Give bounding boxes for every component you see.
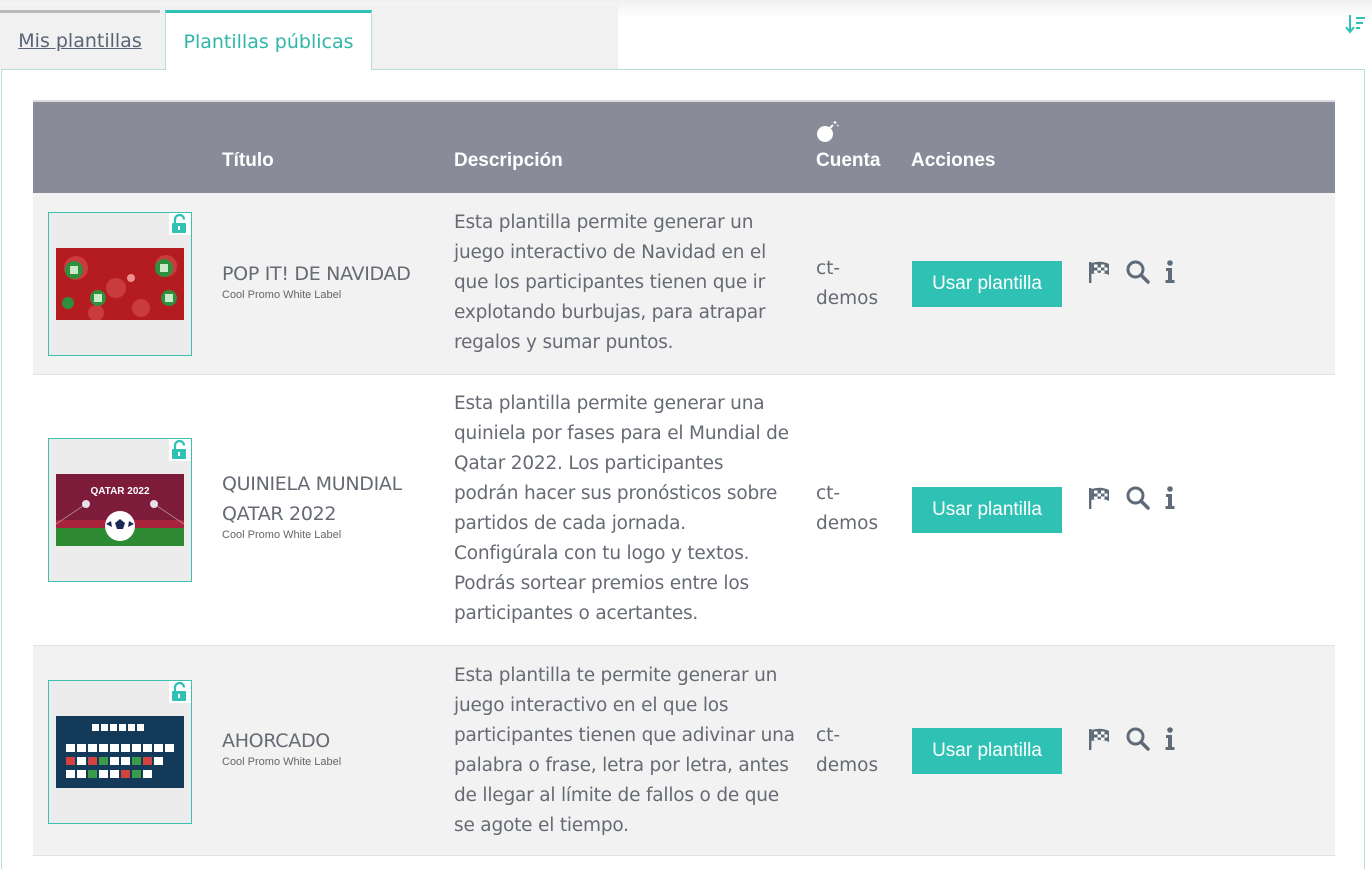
description-line: Esta plantilla permite generar un [454,212,754,233]
thumb-caption: QATAR 2022 [90,486,150,497]
account-line: demos [816,513,879,534]
table-row: POP IT! DE NAVIDAD Cool Promo White Labe… [33,193,1335,375]
template-description: Esta plantilla permite generar una quini… [454,389,799,629]
template-title-block: POP IT! DE NAVIDAD Cool Promo White Labe… [222,259,432,301]
account-line: ct- [816,258,841,279]
checkered-flag-icon[interactable] [1087,726,1113,752]
header-title: Título [222,150,274,171]
description-line: participantes o acertantes. [454,603,699,624]
template-subtitle: Cool Promo White Label [222,756,342,768]
popit-thumbnail-image [56,248,184,320]
account-line: demos [816,288,879,309]
table-row: AHORCADO Cool Promo White Label Esta pla… [33,646,1335,856]
template-title[interactable]: AHORCADO [222,726,432,756]
description-line: Podrás sortear premios entre los [454,573,749,594]
search-icon[interactable] [1125,726,1151,752]
header-description: Descripción [454,150,563,171]
header-account: Cuenta [816,150,881,171]
search-icon[interactable] [1125,259,1151,285]
use-template-button[interactable]: Usar plantilla [912,728,1062,774]
search-icon[interactable] [1125,485,1151,511]
description-line: explotando burbujas, para atrapar [454,302,766,323]
use-template-button[interactable]: Usar plantilla [912,261,1062,307]
qatar-thumbnail-image: QATAR 2022 [56,474,184,546]
unlock-icon [169,681,191,703]
template-subtitle: Cool Promo White Label [222,289,342,301]
description-line: de llegar al límite de fallos o de que [454,785,779,806]
description-line: se agote el tiempo. [454,815,629,836]
description-line: quiniela por fases para el Mundial de [454,423,789,444]
checkered-flag-icon[interactable] [1087,259,1113,285]
template-account: ct- demos [816,721,886,781]
table-header: Título Descripción Cuenta Acciones [33,100,1335,193]
description-line: juego interactivo en el que los [454,695,729,716]
description-line: Configúrala con tu logo y textos. [454,543,750,564]
tab-join [166,67,371,71]
description-line: Qatar 2022. Los participantes [454,453,724,474]
template-title-block: AHORCADO Cool Promo White Label [222,726,432,768]
hangman-thumbnail-image [56,716,184,788]
template-title-line[interactable]: QUINIELA MUNDIAL [222,469,432,499]
template-thumbnail[interactable] [48,212,192,356]
template-title[interactable]: POP IT! DE NAVIDAD [222,259,432,289]
description-line: que los participantes tienen que ir [454,272,766,293]
tab-plantillas-publicas[interactable]: Plantillas públicas [165,10,372,70]
template-title-line[interactable]: QATAR 2022 [222,499,432,529]
tab-mis-plantillas[interactable]: Mis plantillas [0,10,160,68]
info-icon[interactable] [1157,485,1183,511]
use-template-button[interactable]: Usar plantilla [912,487,1062,533]
template-account: ct- demos [816,479,886,539]
table-row: QATAR 2022 QUINIELA MUNDIAL QATAR 2022 C… [33,375,1335,646]
template-thumbnail[interactable] [48,680,192,824]
bomb-icon [817,121,839,142]
templates-table: Título Descripción Cuenta Acciones POP I… [33,100,1335,856]
account-line: demos [816,755,879,776]
template-description: Esta plantilla te permite generar un jue… [454,661,799,841]
checkered-flag-icon[interactable] [1087,485,1113,511]
template-thumbnail[interactable]: QATAR 2022 [48,438,192,582]
description-line: podrán hacer sus pronósticos sobre [454,483,778,504]
account-line: ct- [816,725,841,746]
sort-icon[interactable] [1345,12,1367,36]
description-line: juego interactivo de Navidad en el [454,242,767,263]
account-line: ct- [816,483,841,504]
description-line: partidos de cada jornada. [454,513,686,534]
template-title-block: QUINIELA MUNDIAL QATAR 2022 Cool Promo W… [222,469,432,541]
description-line: palabra o frase, letra por letra, antes [454,755,789,776]
template-account: ct- demos [816,254,886,314]
unlock-icon [169,439,191,461]
info-icon[interactable] [1157,726,1183,752]
info-icon[interactable] [1157,259,1183,285]
description-line: Esta plantilla te permite generar un [454,665,778,686]
template-description: Esta plantilla permite generar un juego … [454,208,799,358]
unlock-icon [169,213,191,235]
header-actions: Acciones [911,150,996,171]
template-subtitle: Cool Promo White Label [222,529,342,541]
description-line: Esta plantilla permite generar una [454,393,765,414]
description-line: regalos y sumar puntos. [454,332,674,353]
description-line: participantes tienen que adivinar una [454,725,795,746]
